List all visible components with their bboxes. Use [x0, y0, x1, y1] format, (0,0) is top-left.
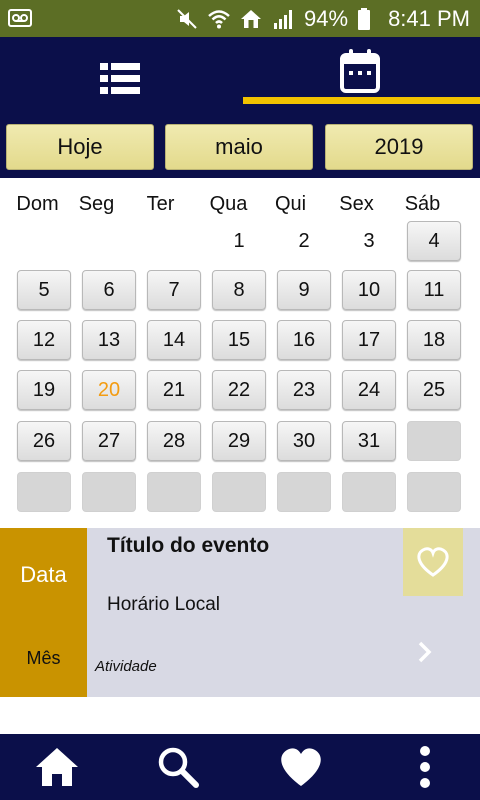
active-tab-indicator — [243, 97, 480, 104]
day-cell[interactable]: 6 — [82, 270, 136, 310]
weekday-label: Sex — [339, 193, 374, 215]
day-cell[interactable]: 27 — [82, 421, 136, 461]
day-cell[interactable]: 25 — [407, 370, 461, 410]
battery-icon — [358, 7, 371, 30]
day-cell[interactable]: 11 — [407, 270, 461, 310]
home-icon — [36, 748, 78, 786]
voicemail-icon — [8, 9, 32, 27]
day-cell-today[interactable]: 20 — [82, 370, 136, 410]
more-vertical-icon — [420, 746, 430, 788]
day-cell[interactable]: 22 — [212, 370, 266, 410]
empty-day-cell — [147, 472, 201, 512]
calendar-controls: Hoje maio 2019 — [0, 120, 480, 178]
year-selector[interactable]: 2019 — [325, 124, 473, 170]
day-cell[interactable]: 14 — [147, 320, 201, 360]
calendar-icon — [340, 48, 380, 93]
home-data-icon — [241, 9, 262, 28]
weekday-label: Qui — [274, 193, 307, 215]
status-bar: 94% 8:41 PM — [0, 0, 480, 37]
favorite-button[interactable] — [403, 528, 463, 596]
weekday-label: Seg — [78, 193, 115, 215]
heart-icon — [281, 748, 321, 786]
day-cell — [17, 221, 71, 261]
search-icon — [158, 747, 199, 788]
event-date-box: Data Mês — [0, 528, 87, 697]
empty-day-cell — [17, 472, 71, 512]
weekday-label: Qua — [209, 193, 248, 215]
day-cell[interactable]: 9 — [277, 270, 331, 310]
event-title: Título do evento — [107, 534, 270, 557]
day-cell[interactable]: 15 — [212, 320, 266, 360]
day-cell[interactable]: 8 — [212, 270, 266, 310]
event-card[interactable]: Data Mês Título do evento Horário Local … — [0, 528, 480, 697]
day-cell[interactable]: 4 — [407, 221, 461, 261]
empty-day-cell — [82, 472, 136, 512]
list-icon — [100, 62, 140, 94]
event-time-place: Horário Local — [107, 594, 220, 615]
event-activity: Atividade — [95, 658, 157, 675]
empty-day-cell — [342, 472, 396, 512]
day-cell[interactable]: 28 — [147, 421, 201, 461]
nav-favorites[interactable] — [261, 734, 341, 800]
day-cell[interactable]: 13 — [82, 320, 136, 360]
day-cell[interactable]: 16 — [277, 320, 331, 360]
day-cell[interactable]: 5 — [17, 270, 71, 310]
clock: 8:41 PM — [388, 5, 470, 31]
event-date-label: Data — [20, 562, 67, 587]
day-cell[interactable]: 29 — [212, 421, 266, 461]
bottom-nav — [0, 734, 480, 800]
heart-outline-icon — [417, 547, 449, 577]
nav-more[interactable] — [385, 734, 465, 800]
tab-list[interactable] — [0, 37, 240, 120]
mute-icon — [177, 8, 197, 29]
day-cell[interactable]: 1 — [212, 221, 266, 261]
signal-icon — [274, 9, 293, 29]
nav-search[interactable] — [138, 734, 218, 800]
day-cell[interactable]: 12 — [17, 320, 71, 360]
tab-calendar[interactable] — [240, 37, 480, 120]
empty-day-cell — [407, 472, 461, 512]
app-header — [0, 37, 480, 120]
day-cell[interactable]: 10 — [342, 270, 396, 310]
weekday-label: Sáb — [404, 193, 441, 215]
day-cell[interactable]: 23 — [277, 370, 331, 410]
empty-day-cell — [407, 421, 461, 461]
today-button[interactable]: Hoje — [6, 124, 154, 170]
wifi-icon — [208, 9, 230, 28]
nav-home[interactable] — [17, 734, 97, 800]
day-cell — [82, 221, 136, 261]
chevron-right-icon[interactable] — [413, 638, 437, 666]
day-cell[interactable]: 18 — [407, 320, 461, 360]
month-selector[interactable]: maio — [165, 124, 313, 170]
day-cell[interactable]: 24 — [342, 370, 396, 410]
day-cell[interactable]: 2 — [277, 221, 331, 261]
day-cell[interactable]: 30 — [277, 421, 331, 461]
day-cell[interactable]: 31 — [342, 421, 396, 461]
weekday-label: Dom — [16, 193, 59, 215]
day-cell[interactable]: 3 — [342, 221, 396, 261]
battery-percent: 94% — [304, 5, 349, 31]
day-cell[interactable]: 7 — [147, 270, 201, 310]
day-cell[interactable]: 26 — [17, 421, 71, 461]
day-cell — [147, 221, 201, 261]
day-cell[interactable]: 21 — [147, 370, 201, 410]
empty-day-cell — [277, 472, 331, 512]
event-month-label: Mês — [26, 648, 61, 668]
weekday-label: Ter — [146, 193, 175, 215]
empty-day-cell — [212, 472, 266, 512]
day-cell[interactable]: 17 — [342, 320, 396, 360]
day-cell[interactable]: 19 — [17, 370, 71, 410]
